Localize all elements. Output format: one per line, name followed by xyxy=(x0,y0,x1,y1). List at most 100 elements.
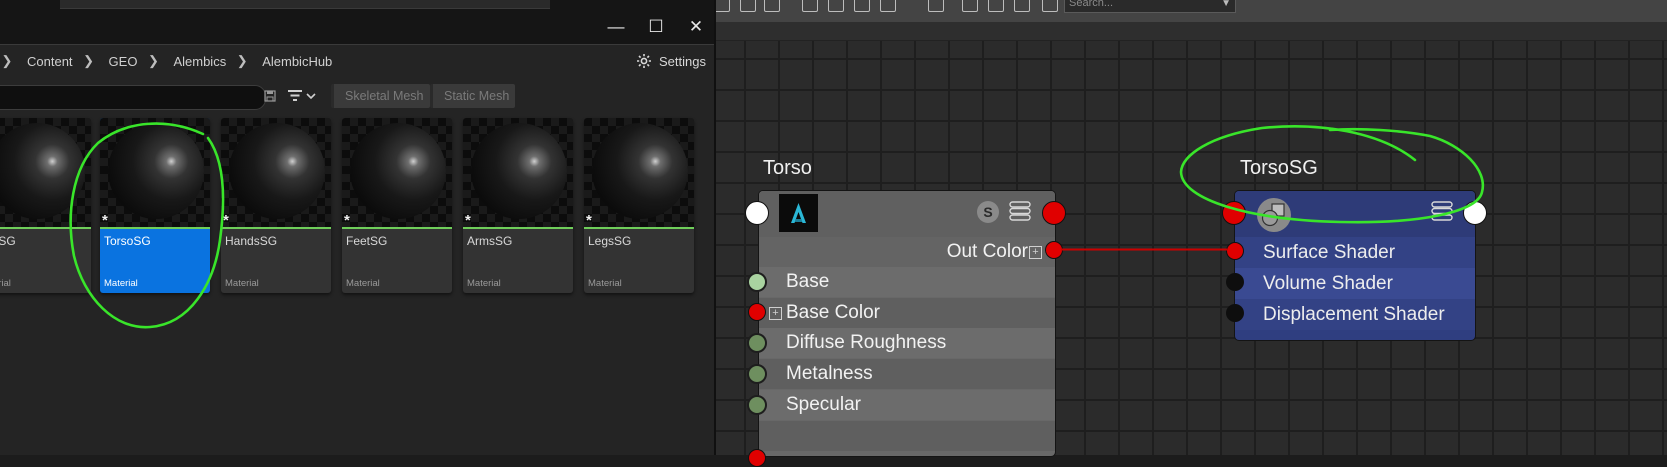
expand-plus-icon[interactable]: + xyxy=(1029,246,1042,259)
content-browser-window: — ☐ ✕ ❯ Content ❯ GEO ❯ Alembics ❯ Alemb… xyxy=(0,0,716,455)
material-sphere-preview xyxy=(0,123,85,219)
material-type-color-bar xyxy=(463,227,573,229)
asset-tile-handssg[interactable]: * HandsSG Material xyxy=(221,118,331,293)
asset-tile-armssg[interactable]: * ArmsSG Material xyxy=(463,118,573,293)
breadcrumb-item-content[interactable]: Content xyxy=(14,54,82,69)
port-label: Volume Shader xyxy=(1263,273,1393,294)
toolbar-icon[interactable] xyxy=(828,0,844,12)
asset-thumbnail xyxy=(0,118,91,228)
asset-name: FeetSG xyxy=(346,234,388,248)
metalness-port[interactable] xyxy=(747,364,767,384)
toolbar-icon[interactable] xyxy=(716,0,730,12)
asset-type: Material xyxy=(225,278,259,289)
attribute-menu-icon[interactable] xyxy=(1431,200,1453,222)
toolbar-icon[interactable] xyxy=(1042,0,1058,12)
volume-shader-port[interactable] xyxy=(1226,273,1244,291)
port-label-out-color: Out Color xyxy=(946,241,1028,262)
asset-name: LegsSG xyxy=(588,234,632,248)
torso-shader-node[interactable]: S Out Color + Base + Base Color Diffuse … xyxy=(758,190,1056,457)
torsosg-shading-group-node[interactable]: Surface Shader Volume Shader Displacemen… xyxy=(1234,190,1476,341)
maximize-button[interactable]: ☐ xyxy=(636,10,676,44)
node-input-port[interactable] xyxy=(1222,201,1246,225)
input-port-row-partial xyxy=(759,421,1055,451)
save-search-icon[interactable] xyxy=(262,88,278,104)
material-sphere-preview xyxy=(229,123,325,219)
port-label: Base Color xyxy=(786,302,880,323)
port-label: Metalness xyxy=(786,363,873,384)
displacement-shader-port[interactable] xyxy=(1226,304,1244,322)
input-port-row-diffuse-roughness[interactable]: Diffuse Roughness xyxy=(759,328,1055,358)
input-port-row-displacement-shader[interactable]: Displacement Shader xyxy=(1235,299,1475,330)
base-port[interactable] xyxy=(747,272,767,292)
asset-type: Material xyxy=(588,278,622,289)
input-port-row-base-color[interactable]: + Base Color xyxy=(759,298,1055,328)
material-sphere-preview xyxy=(108,123,204,219)
unsaved-asterisk: * xyxy=(223,212,229,229)
port-label: Surface Shader xyxy=(1263,242,1396,263)
unsaved-asterisk: * xyxy=(344,212,350,229)
hypershade-subbar xyxy=(716,22,1667,41)
chevron-down-icon[interactable]: ▼ xyxy=(1221,0,1231,10)
settings-label: Settings xyxy=(659,53,706,69)
input-port-row-surface-shader[interactable]: Surface Shader xyxy=(1235,237,1475,268)
settings-button[interactable]: Settings xyxy=(636,50,706,72)
asset-tile-legssg[interactable]: * LegsSG Material xyxy=(584,118,694,293)
out-color-port[interactable] xyxy=(1045,241,1063,259)
attribute-menu-icon[interactable] xyxy=(1009,200,1031,222)
input-port-row-specular[interactable]: Specular xyxy=(759,390,1055,420)
filter-toolbar: Skeletal Mesh Static Mesh xyxy=(0,82,716,110)
minimize-button[interactable]: — xyxy=(596,10,636,44)
toolbar-icon[interactable] xyxy=(1014,0,1030,12)
toolbar-icon[interactable] xyxy=(802,0,818,12)
port-label: Specular xyxy=(786,394,861,415)
arnold-shader-icon xyxy=(779,194,818,232)
partial-port[interactable] xyxy=(748,449,766,467)
hypershade-search-input[interactable]: Search... ▼ xyxy=(1064,0,1236,13)
diffuse-roughness-port[interactable] xyxy=(747,333,767,353)
toolbar-icon[interactable] xyxy=(740,0,756,12)
surface-shader-port[interactable] xyxy=(1226,242,1244,260)
toolbar-icon[interactable] xyxy=(962,0,978,12)
toolbar-icon[interactable] xyxy=(854,0,870,12)
filter-chip-static-mesh[interactable]: Static Mesh xyxy=(430,84,516,108)
asset-tile-torsosg[interactable]: * TorsoSG Material xyxy=(100,118,210,293)
input-port-row-metalness[interactable]: Metalness xyxy=(759,359,1055,389)
editor-tab-strip xyxy=(0,0,716,10)
material-type-color-bar xyxy=(221,227,331,229)
chevron-right-icon[interactable]: ❯ xyxy=(82,53,96,69)
toolbar-icon[interactable] xyxy=(928,0,944,12)
node-input-port[interactable] xyxy=(745,201,769,225)
asset-tile-feetsg[interactable]: * FeetSG Material xyxy=(342,118,452,293)
node-output-port[interactable] xyxy=(1042,201,1066,225)
toolbar-icon[interactable] xyxy=(880,0,896,12)
breadcrumb-item-geo[interactable]: GEO xyxy=(96,54,147,69)
chevron-right-icon[interactable]: ❯ xyxy=(235,53,249,69)
input-port-row-volume-shader[interactable]: Volume Shader xyxy=(1235,268,1475,299)
gear-icon xyxy=(637,54,651,68)
specular-port[interactable] xyxy=(747,395,767,415)
filter-dropdown-icon[interactable] xyxy=(287,88,319,104)
asset-thumbnail xyxy=(100,118,210,229)
node-output-port[interactable] xyxy=(1463,201,1487,225)
input-port-row-base[interactable]: Base xyxy=(759,267,1055,297)
output-port-row-out-color[interactable]: Out Color + xyxy=(759,237,1055,267)
chevron-right-icon[interactable]: ❯ xyxy=(146,53,160,69)
asset-tile-headsg[interactable]: adSG aterial xyxy=(0,118,91,293)
material-type-color-bar xyxy=(0,227,91,229)
toolbar-icon[interactable] xyxy=(764,0,780,12)
expand-plus-icon[interactable]: + xyxy=(769,307,782,320)
toolbar-icon[interactable] xyxy=(988,0,1004,12)
search-input[interactable] xyxy=(0,85,266,110)
filter-chip-skeletal-mesh[interactable]: Skeletal Mesh xyxy=(331,84,430,108)
breadcrumb-item-alembics[interactable]: Alembics xyxy=(160,54,235,69)
shading-group-icon xyxy=(1257,198,1291,232)
close-button[interactable]: ✕ xyxy=(676,10,716,44)
chevron-right-icon[interactable]: ❯ xyxy=(0,53,14,69)
s-badge-icon[interactable]: S xyxy=(977,201,999,223)
breadcrumb-item-alembichub[interactable]: AlembicHub xyxy=(249,54,341,69)
node-header: S xyxy=(759,191,1055,237)
material-sphere-preview xyxy=(350,123,446,219)
unsaved-asterisk: * xyxy=(586,212,592,229)
material-type-color-bar xyxy=(584,227,694,229)
base-color-port[interactable] xyxy=(748,303,766,321)
